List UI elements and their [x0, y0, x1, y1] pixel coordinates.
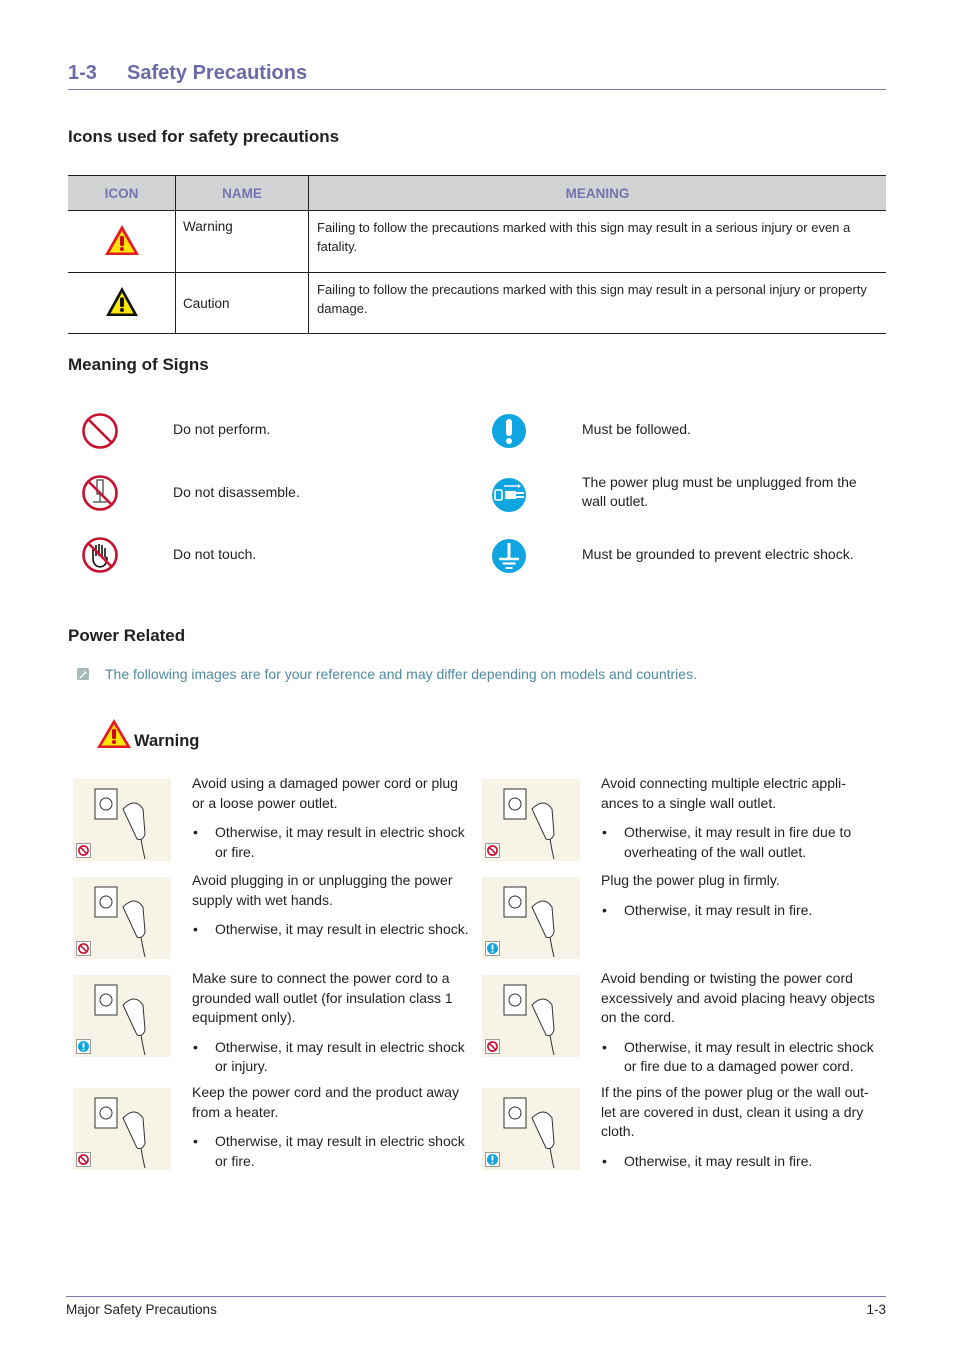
section-title: 1-3 Safety Precautions: [68, 62, 307, 85]
sign-label: Do not perform.: [173, 421, 271, 437]
safety-item-text: Avoid connecting multiple electric appli…: [601, 775, 846, 811]
safety-item-text: Make sure to connect the power cord to a…: [192, 970, 453, 1025]
prohibited-badge-icon: [76, 843, 91, 858]
sign-label: Must be grounded to prevent electric sho…: [582, 546, 854, 562]
column-header-meaning: MEANING: [308, 175, 886, 211]
safety-item: Avoid using a damaged power cord or plug…: [192, 774, 472, 862]
meaning-cell: Failing to follow the precautions marked…: [308, 210, 886, 273]
note-icon: [77, 668, 89, 680]
column-header-icon: ICON: [68, 175, 176, 211]
power-strip-illustration: [482, 779, 580, 861]
name-cell: Warning: [175, 210, 309, 273]
safety-item-bullet: Otherwise, it may result in electric sho…: [601, 1038, 881, 1077]
warning-triangle-red-icon: [104, 225, 139, 255]
table-header-row: ICON NAME MEANING: [68, 175, 886, 211]
no-disassemble-icon: [82, 475, 118, 511]
meaning-cell: Failing to follow the precautions marked…: [308, 272, 886, 334]
safety-item-text: Avoid bending or twisting the power cord…: [601, 970, 875, 1025]
safety-item-bullet: Otherwise, it may result in fire due to …: [601, 823, 881, 862]
safety-item: Avoid connecting multiple electric appli…: [601, 774, 881, 862]
page-number: 1-3: [866, 1302, 886, 1317]
wet-hands-illustration: [73, 877, 171, 959]
icon-cell: [68, 210, 176, 273]
name-cell: Caution: [175, 272, 309, 334]
mandatory-badge-icon: [485, 941, 500, 956]
footer-title: Major Safety Precautions: [66, 1302, 217, 1317]
warning-triangle-red-icon: [97, 719, 131, 748]
safety-item-text: Keep the power cord and the product away…: [192, 1084, 459, 1120]
safety-item: Avoid plugging in or unplugging the powe…: [192, 871, 472, 940]
safety-item-text: Avoid using a damaged power cord or plug…: [192, 775, 458, 811]
icons-heading: Icons used for safety precautions: [68, 127, 340, 146]
section-title-text: Safety Precautions: [127, 62, 308, 84]
safety-item: Keep the power cord and the product away…: [192, 1083, 472, 1171]
sign-item: [81, 536, 119, 579]
mandatory-badge-icon: [76, 1039, 91, 1054]
warning-label: Warning: [134, 732, 200, 750]
safety-item-bullet: Otherwise, it may result in fire.: [601, 1152, 881, 1172]
safety-item: Avoid bending or twisting the power cord…: [601, 969, 881, 1077]
signs-heading: Meaning of Signs: [68, 355, 209, 374]
damaged-plug-illustration: [73, 779, 171, 861]
sign-label: Do not disassemble.: [173, 484, 300, 500]
safety-item-text: Plug the power plug in firmly.: [601, 872, 780, 888]
icons-table: ICON NAME MEANING Warning Failing to fol…: [68, 175, 886, 334]
unplug-icon: [492, 478, 526, 512]
safety-item-bullet: Otherwise, it may result in electric sho…: [192, 1038, 472, 1077]
no-touch-icon: [82, 537, 118, 573]
safety-item: If the pins of the power plug or the wal…: [601, 1083, 881, 1171]
warning-heading-icon-wrap: [96, 718, 132, 754]
section-number: 1-3: [68, 62, 97, 84]
safety-item-bullet: Otherwise, it may result in fire.: [601, 901, 881, 921]
ground-icon: [492, 539, 526, 573]
bent-cord-illustration: [482, 975, 580, 1057]
safety-item: Plug the power plug in firmly. Otherwise,…: [601, 871, 881, 920]
safety-item-text: If the pins of the power plug or the wal…: [601, 1084, 869, 1139]
safety-item-text: Avoid plugging in or unplugging the powe…: [192, 872, 453, 908]
sign-label: Must be followed.: [582, 421, 691, 437]
prohibited-badge-icon: [485, 1039, 500, 1054]
caution-triangle-black-icon: [105, 287, 138, 316]
must-follow-icon: [492, 414, 526, 448]
sign-item: [490, 476, 528, 519]
safety-item-bullet: Otherwise, it may result in electric sho…: [192, 823, 472, 862]
table-row: Caution Failing to follow the precaution…: [68, 272, 886, 334]
footer-divider: [66, 1296, 886, 1297]
column-header-name: NAME: [175, 175, 309, 211]
note-text: The following images are for your refere…: [105, 666, 697, 682]
power-heading: Power Related: [68, 626, 186, 645]
safety-item-bullet: Otherwise, it may result in electric sho…: [192, 920, 472, 940]
sign-item: [81, 412, 119, 455]
sign-item: [490, 412, 528, 455]
section-title-divider: [68, 89, 886, 90]
heater-illustration: [73, 1088, 171, 1170]
prohibited-badge-icon: [76, 1152, 91, 1167]
prohibited-badge-icon: [485, 843, 500, 858]
sign-label: Do not touch.: [173, 546, 257, 562]
prohibited-icon: [82, 413, 118, 449]
plug-firmly-illustration: [482, 877, 580, 959]
sign-label: The power plug must be unplugged from th…: [582, 474, 857, 509]
sign-item: [490, 537, 528, 580]
mandatory-badge-icon: [485, 1152, 500, 1167]
sign-item: [81, 474, 119, 517]
icon-cell: [68, 272, 176, 334]
safety-item-bullet: Otherwise, it may result in electric sho…: [192, 1132, 472, 1171]
grounded-outlet-illustration: [73, 975, 171, 1057]
prohibited-badge-icon: [76, 941, 91, 956]
dusty-plug-illustration: [482, 1088, 580, 1170]
pencil-icon: [79, 671, 87, 679]
safety-item: Make sure to connect the power cord to a…: [192, 969, 472, 1077]
table-row: Warning Failing to follow the precaution…: [68, 210, 886, 273]
